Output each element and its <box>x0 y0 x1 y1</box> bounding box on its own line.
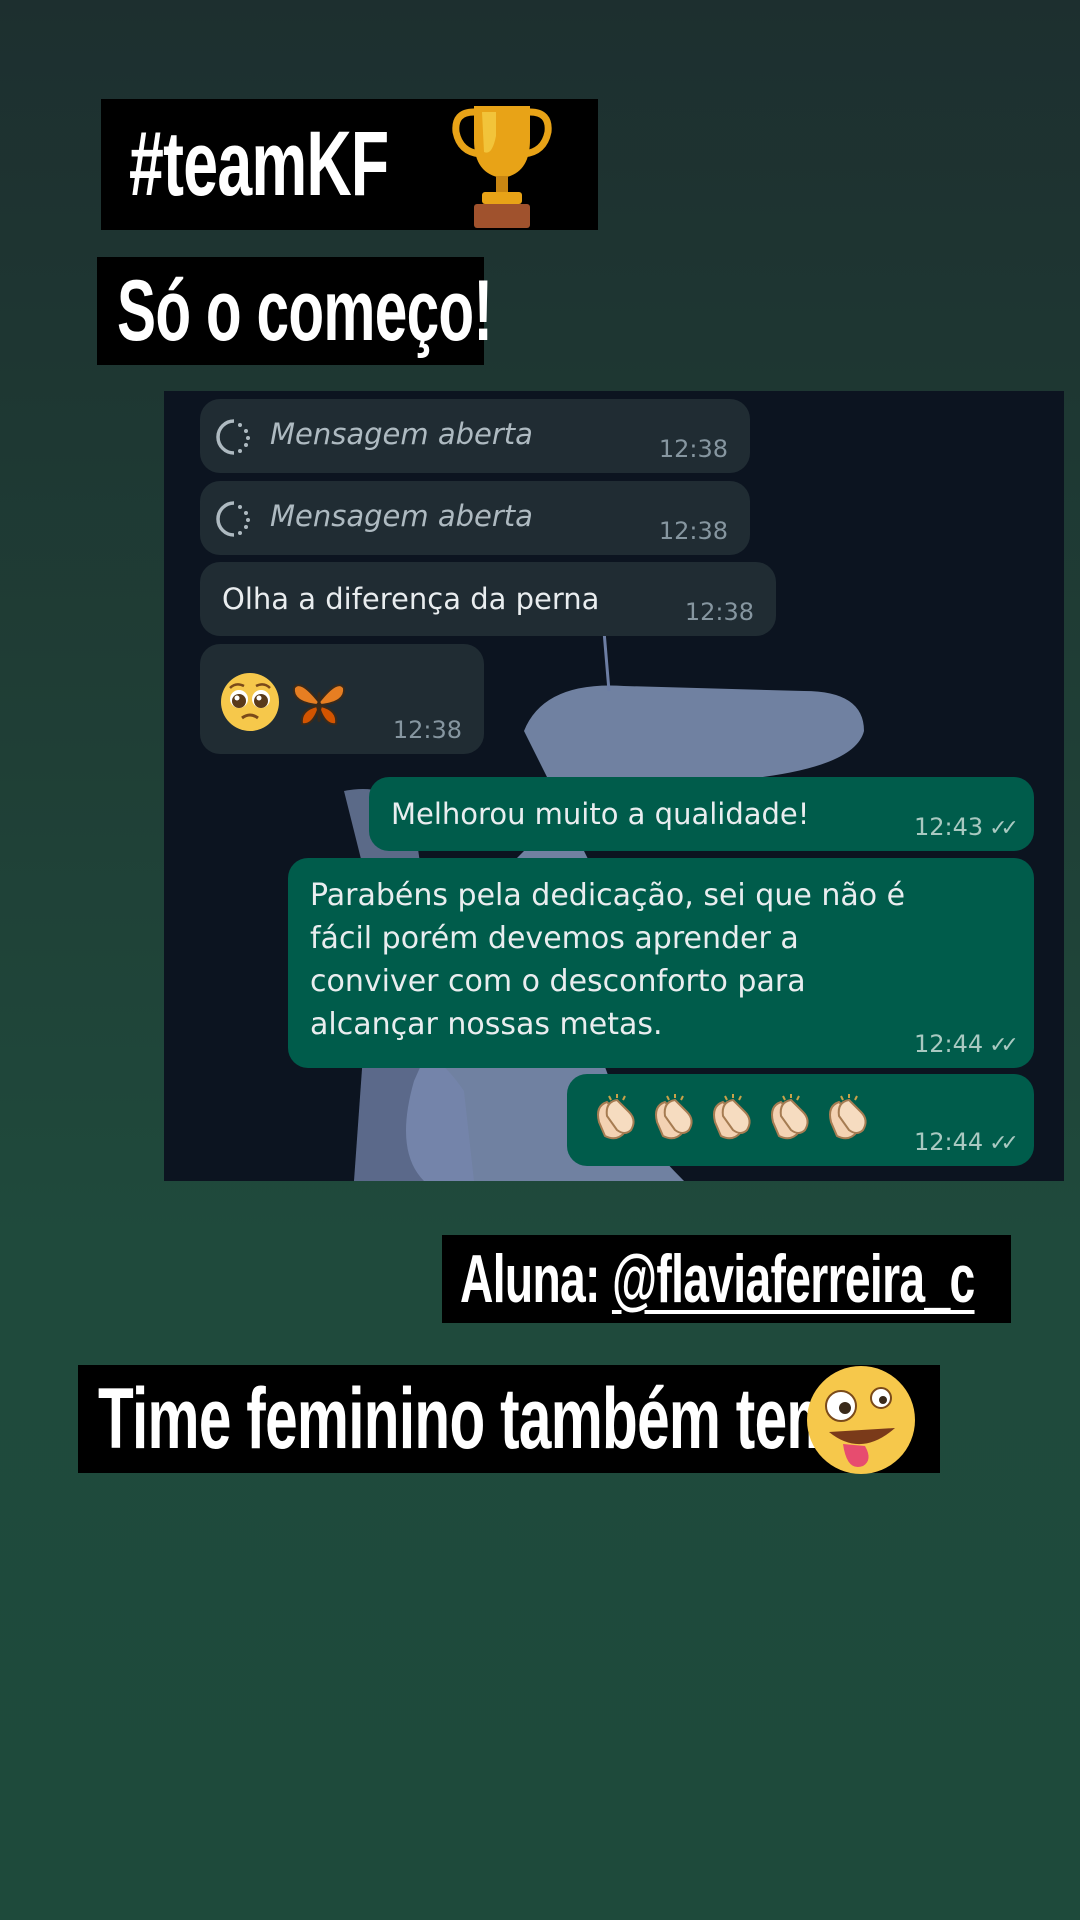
double-check-icon: ✓✓ <box>989 816 1019 841</box>
message-time: 12:38 <box>658 517 728 545</box>
clapping-hands-icon <box>655 1094 693 1140</box>
view-once-opened-icon <box>216 419 250 455</box>
message-line: Parabéns pela dedicação, sei que não é <box>310 878 906 913</box>
message-time: 12:43 ✓✓ <box>913 813 1019 841</box>
clapping-hands-icon <box>713 1094 751 1140</box>
chat-message[interactable]: 12:38 <box>200 644 484 754</box>
clapping-hands-icon <box>829 1094 867 1140</box>
chat-screenshot: Mensagem aberta 12:38 Mensagem aberta 12… <box>164 391 1064 1181</box>
student-prefix: Aluna: <box>460 1241 612 1317</box>
clapping-hands-row <box>589 1092 873 1144</box>
chat-message[interactable]: Melhorou muito a qualidade! 12:43 ✓✓ <box>369 777 1034 851</box>
message-time: 12:44 ✓✓ <box>913 1128 1019 1156</box>
butterfly-icon <box>292 684 346 726</box>
message-text: Mensagem aberta <box>270 417 533 451</box>
chat-message[interactable]: Mensagem aberta 12:38 <box>200 481 750 555</box>
trophy-icon <box>452 106 552 228</box>
message-time: 12:38 <box>392 716 462 744</box>
message-time: 12:44 ✓✓ <box>913 1030 1019 1058</box>
chat-message[interactable]: Mensagem aberta 12:38 <box>200 399 750 473</box>
message-text: Olha a diferença da perna <box>222 582 600 616</box>
zany-face-icon <box>807 1366 915 1474</box>
student-text: Aluna: @flaviaferreira_c <box>460 1240 975 1318</box>
view-once-opened-icon <box>216 501 250 537</box>
subtitle-text: Só o começo! <box>117 262 493 359</box>
chat-message[interactable]: 12:44 ✓✓ <box>567 1074 1034 1166</box>
chat-message[interactable]: Parabéns pela dedicação, sei que não é f… <box>288 858 1034 1068</box>
message-text: Mensagem aberta <box>270 499 533 533</box>
message-text: Melhorou muito a qualidade! <box>391 797 810 831</box>
clapping-hands-icon <box>771 1094 809 1140</box>
message-line: conviver com o desconforto para <box>310 964 806 999</box>
hashtag-text: #teamKF <box>129 113 389 215</box>
double-check-icon: ✓✓ <box>989 1131 1019 1156</box>
message-time: 12:38 <box>658 435 728 463</box>
tagline-text: Time feminino também tem <box>98 1370 838 1467</box>
pleading-face-icon <box>221 673 279 731</box>
message-text: Parabéns pela dedicação, sei que não é f… <box>310 874 1030 1046</box>
student-handle-link[interactable]: @flaviaferreira_c <box>612 1241 975 1317</box>
double-check-icon: ✓✓ <box>989 1033 1019 1058</box>
chat-message[interactable]: Olha a diferença da perna 12:38 <box>200 562 776 636</box>
subtitle-label: Só o começo! <box>97 257 493 365</box>
clapping-hands-icon <box>597 1094 635 1140</box>
message-line: fácil porém devemos aprender a <box>310 921 799 956</box>
student-label: Aluna: @flaviaferreira_c <box>442 1235 1011 1323</box>
message-time: 12:38 <box>684 598 754 626</box>
